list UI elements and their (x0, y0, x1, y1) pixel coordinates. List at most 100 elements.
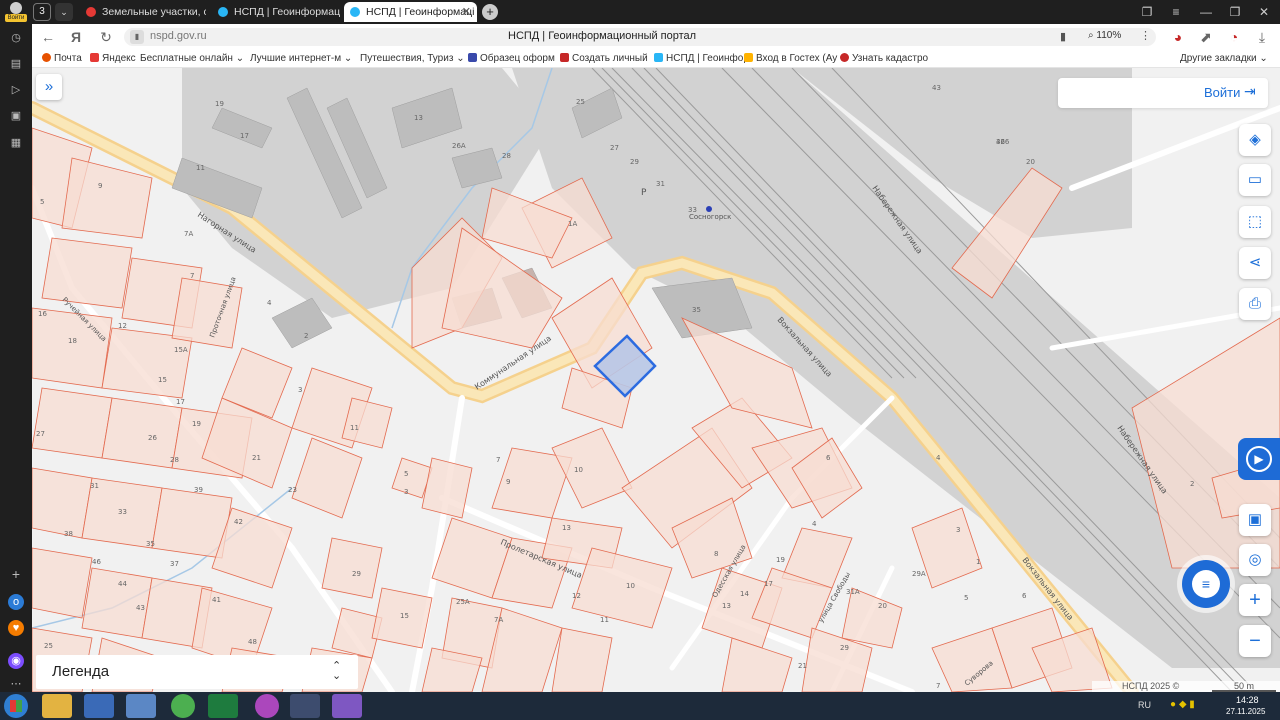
bookmark-travel[interactable]: Путешествия, Туриз ⌄ (360, 52, 465, 66)
svg-text:4: 4 (267, 299, 272, 307)
taskbar-app-icon[interactable] (255, 694, 279, 718)
share-icon[interactable]: ⋖ (1239, 247, 1271, 279)
taskbar-excel-icon[interactable] (208, 694, 238, 718)
svg-text:7: 7 (936, 682, 940, 690)
zoom-in-button[interactable]: + (1239, 584, 1271, 616)
svg-text:4: 4 (812, 520, 817, 528)
clock-date[interactable]: 27.11.2025 (1226, 707, 1265, 716)
svg-text:41: 41 (212, 596, 221, 604)
tab-nspd-active[interactable]: НСПД | Геоинформаці ✕ (344, 2, 477, 22)
svg-text:19: 19 (215, 100, 224, 108)
share-page-icon[interactable]: ⬈ (1196, 27, 1216, 47)
map-canvas[interactable]: Сосногорск P Нагорная улица Коммунальная… (32, 68, 1280, 692)
close-window-button[interactable]: ✕ (1254, 0, 1274, 24)
tabs-icon[interactable]: ▣ (8, 108, 24, 124)
station-marker[interactable] (706, 206, 712, 212)
bookmark-nspd[interactable]: НСПД | Геоинфор (654, 52, 749, 66)
bookmark-flag-icon[interactable]: ▮ (1060, 30, 1066, 43)
gosuslugi-icon (560, 53, 569, 62)
expand-panel-button[interactable]: » (36, 74, 62, 100)
legend-panel[interactable]: Легенда ⌃ ⌄ (36, 655, 358, 689)
svg-text:6: 6 (1022, 592, 1027, 600)
tab-nspd-1[interactable]: НСПД | Геоинформацио (212, 2, 340, 22)
svg-text:39: 39 (194, 486, 203, 494)
map-view[interactable]: Сосногорск P Нагорная улица Коммунальная… (32, 68, 1280, 692)
taskbar-browser-icon[interactable] (332, 694, 362, 718)
add-icon[interactable]: + (8, 566, 24, 582)
bookmark-sample[interactable]: Образец оформ (468, 52, 555, 66)
ruler-icon[interactable]: ▭ (1239, 164, 1271, 196)
svg-text:21: 21 (798, 662, 807, 670)
bookmark-free-online[interactable]: Бесплатные онлайн ⌄ (140, 52, 244, 66)
taskbar-media-icon[interactable] (84, 694, 114, 718)
svg-text:28: 28 (170, 456, 179, 464)
zoom-indicator[interactable]: ⌕ 110% (1088, 30, 1121, 41)
svg-text:28: 28 (502, 152, 511, 160)
new-tab-button[interactable]: + (482, 4, 498, 20)
svg-text:11: 11 (600, 616, 609, 624)
collections-icon[interactable]: ❐ (1137, 0, 1157, 24)
svg-text:37: 37 (170, 560, 179, 568)
minimize-button[interactable]: — (1196, 0, 1216, 24)
language-indicator[interactable]: RU (1138, 700, 1151, 710)
svg-text:19: 19 (192, 420, 201, 428)
back-icon[interactable]: ← (38, 27, 58, 47)
download-icon[interactable]: ⤓ (1252, 27, 1272, 47)
more-icon[interactable]: ⋯ (8, 676, 24, 692)
legend-toggle-icon[interactable]: ⌃ ⌄ (332, 661, 341, 682)
mail-icon (42, 53, 51, 62)
menu-icon[interactable]: ≡ (1166, 0, 1186, 24)
taskbar-explorer-icon[interactable] (42, 694, 72, 718)
layers-icon[interactable]: ◈ (1239, 124, 1271, 156)
yandex-home-icon[interactable]: Я (66, 27, 86, 47)
bookmark-best-internet[interactable]: Лучшие интернет-м ⌄ (250, 52, 352, 66)
svg-text:2: 2 (1190, 480, 1194, 488)
locate-icon[interactable]: ◎ (1239, 544, 1271, 576)
play-icon[interactable]: ▷ (8, 82, 24, 98)
tab-favicon-icon (86, 7, 96, 17)
notes-icon[interactable]: ▤ (8, 56, 24, 72)
svg-text:43: 43 (932, 84, 941, 92)
address-bar[interactable]: ▮ nspd.gov.ru НСПД | Геоинформационный п… (124, 28, 1156, 46)
zoom-value: 110% (1096, 30, 1122, 41)
login-panel[interactable]: Войти ⇥ (1058, 78, 1268, 108)
clock-time[interactable]: 14:28 (1236, 695, 1259, 705)
tabs-dropdown-icon[interactable]: ⌄ (55, 3, 73, 21)
address-toolbar: ← Я ↻ ▮ nspd.gov.ru НСПД | Геоинформацио… (32, 24, 1280, 50)
profile-icon[interactable]: ◔ (1224, 27, 1244, 47)
minimap-icon[interactable]: ▣ (1239, 504, 1271, 536)
tab-land-plots[interactable]: Земельные участки, своб (80, 2, 206, 22)
alice-icon[interactable]: ◉ (8, 653, 24, 669)
extension-icon[interactable]: o (8, 594, 24, 610)
close-tab-icon[interactable]: ✕ (462, 2, 471, 22)
tray-icons[interactable]: ● ◆ ▮ (1170, 699, 1195, 710)
taskbar-yandex-icon[interactable] (290, 694, 320, 718)
map-attribution: НСПД 2025 © 50 m (1092, 681, 1280, 692)
bookmark-mail[interactable]: Почта (42, 52, 82, 66)
zoom-out-button[interactable]: − (1239, 625, 1271, 657)
bookmark-yandex[interactable]: Яндекс (90, 52, 136, 66)
taskbar-chrome-icon[interactable] (171, 694, 195, 718)
bookmark-gostech[interactable]: Вход в Гостех (Ау (744, 52, 837, 66)
area-select-icon[interactable]: ⬚ (1239, 206, 1271, 238)
svg-text:27: 27 (36, 430, 45, 438)
taskbar-sound-icon[interactable] (126, 694, 156, 718)
svg-text:21: 21 (252, 454, 261, 462)
svg-text:7: 7 (190, 272, 194, 280)
bookmark-cadastral[interactable]: Узнать кадастро (840, 52, 928, 66)
bookmark-create-account[interactable]: Создать личный (560, 52, 648, 66)
reload-icon[interactable]: ↻ (96, 27, 116, 47)
print-icon[interactable]: ⎙ (1239, 288, 1271, 320)
restore-button[interactable]: ❐ (1225, 0, 1245, 24)
profile-avatar[interactable]: Войти (4, 1, 28, 23)
tab-counter[interactable]: 3 (33, 3, 51, 21)
extension-avatar-icon[interactable]: ◕ (1168, 27, 1188, 47)
downloads-icon[interactable]: ▦ (8, 135, 24, 151)
other-bookmarks[interactable]: Другие закладки ⌄ (1180, 52, 1268, 66)
chat-button[interactable]: ≡ (1182, 560, 1230, 608)
page-menu-icon[interactable]: ⋮ (1140, 29, 1151, 42)
start-button[interactable] (4, 694, 28, 718)
heart-icon[interactable]: ♥ (8, 620, 24, 636)
history-icon[interactable]: ◷ (8, 30, 24, 46)
assistant-side-button[interactable]: ▶ (1238, 438, 1280, 480)
